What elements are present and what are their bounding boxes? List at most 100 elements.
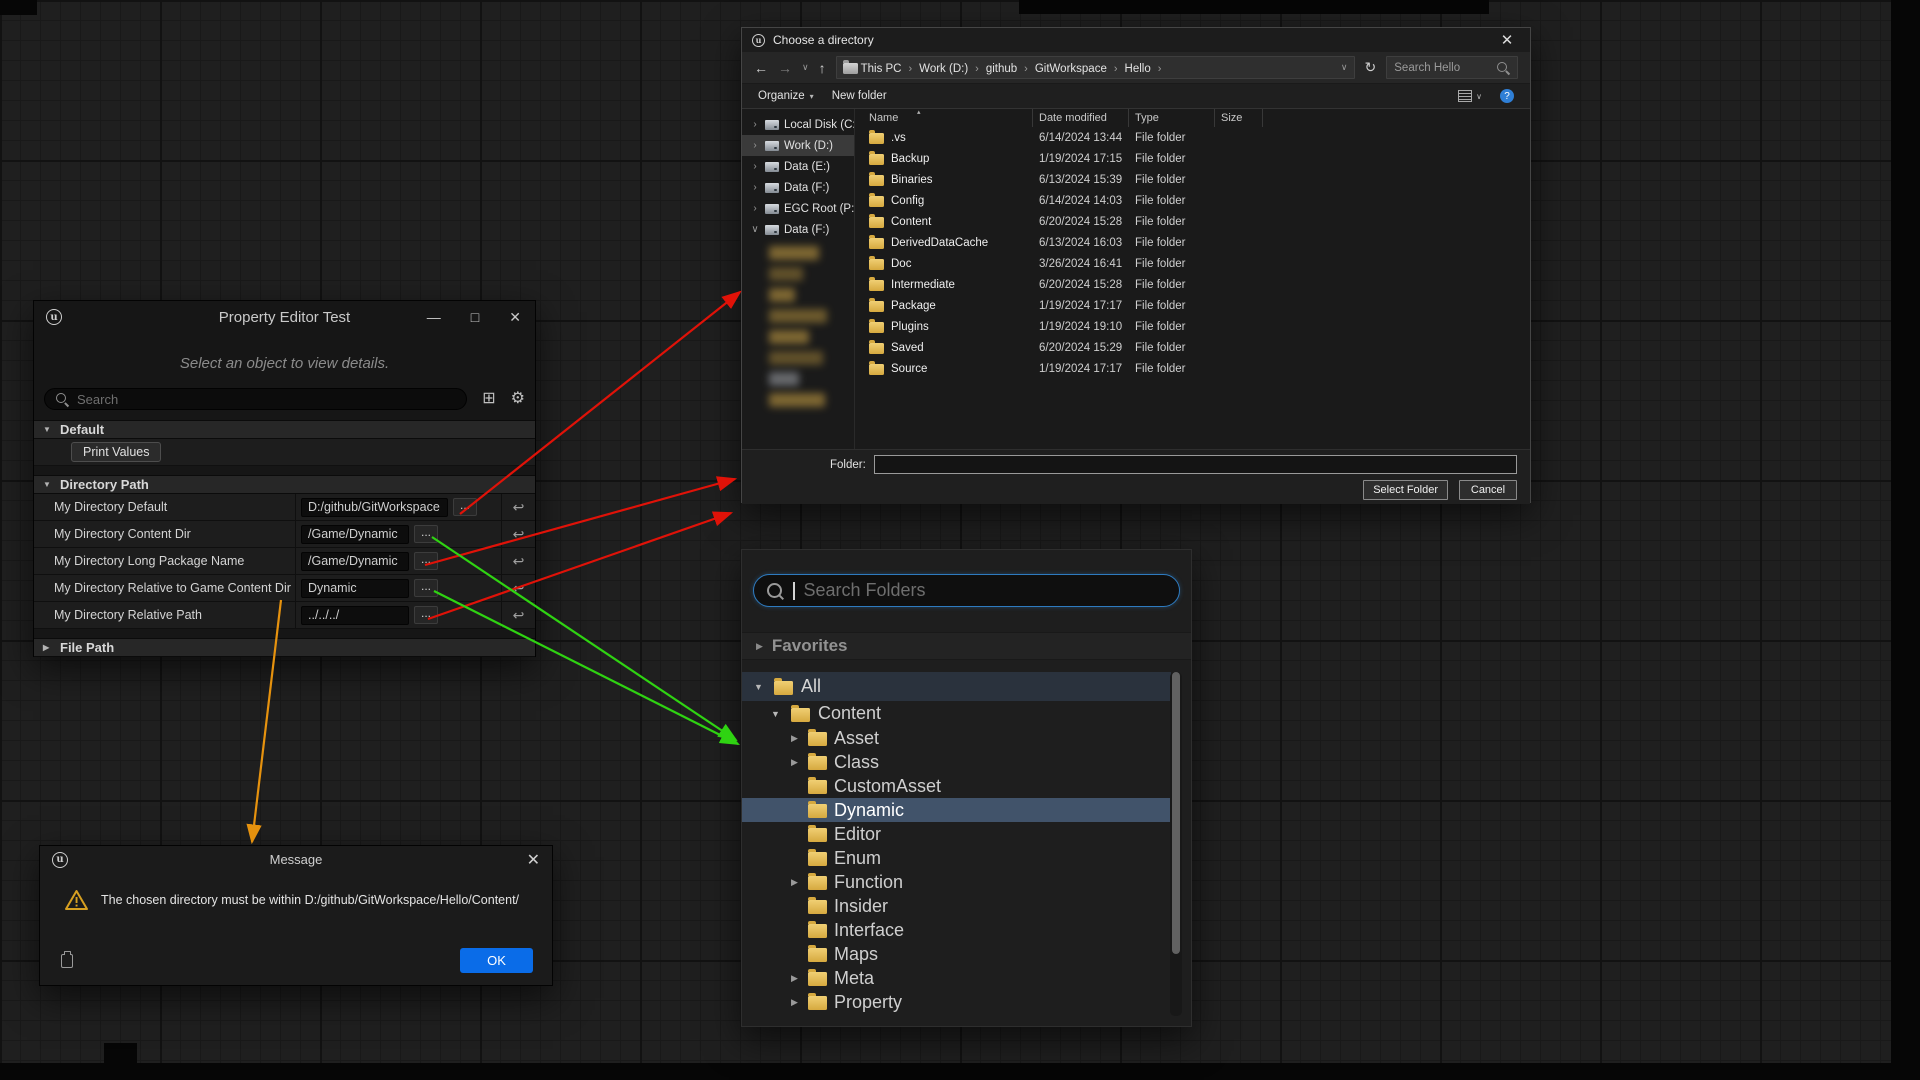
expander-arrow-icon[interactable]: ▶	[788, 973, 801, 984]
ok-button[interactable]: OK	[460, 948, 533, 973]
drive-tree-item[interactable]: › Local Disk (C:)	[742, 114, 854, 135]
folder-tree-item[interactable]: ▶ Meta	[742, 966, 1171, 990]
up-button[interactable]: ↑	[819, 61, 826, 75]
breadcrumb[interactable]: This PC › Work (D:) › github › GitWorksp…	[836, 56, 1355, 79]
property-value-field[interactable]: /Game/Dynamic	[301, 552, 409, 571]
folder-tree-item[interactable]: Maps	[742, 942, 1171, 966]
property-value-field[interactable]: Dynamic	[301, 579, 409, 598]
expander-arrow-icon[interactable]: ▶	[788, 757, 801, 768]
drive-tree-item[interactable]: › Work (D:)	[742, 135, 854, 156]
expander-chevron-icon[interactable]: ›	[750, 161, 760, 172]
close-button[interactable]: ✕	[509, 310, 521, 324]
folder-tree-item[interactable]: Interface	[742, 918, 1171, 942]
folder-tree-item[interactable]: ▶ Asset	[742, 726, 1171, 750]
view-options-icon[interactable]: ⊞	[482, 391, 495, 407]
address-dropdown-icon[interactable]: ∨	[1341, 62, 1348, 73]
folder-name-input[interactable]	[874, 455, 1517, 474]
folder-tree-item[interactable]: ▶ Property	[742, 990, 1171, 1014]
expander-chevron-icon[interactable]: ›	[750, 140, 760, 151]
column-header-date-modified[interactable]: Date modified	[1033, 109, 1129, 127]
folder-tree-item[interactable]: Dynamic	[742, 798, 1171, 822]
file-row[interactable]: Package 1/19/2024 17:17 File folder	[855, 295, 1530, 316]
file-row[interactable]: Binaries 6/13/2024 15:39 File folder	[855, 169, 1530, 190]
file-row[interactable]: DerivedDataCache 6/13/2024 16:03 File fo…	[855, 232, 1530, 253]
file-row[interactable]: Doc 3/26/2024 16:41 File folder	[855, 253, 1530, 274]
message-titlebar[interactable]: u Message ✕	[40, 846, 552, 873]
select-folder-button[interactable]: Select Folder	[1363, 480, 1448, 500]
folder-tree-item[interactable]: Insider	[742, 894, 1171, 918]
folder-search-box[interactable]: Search Folders	[753, 574, 1180, 607]
search-box[interactable]	[44, 388, 467, 410]
expander-chevron-icon[interactable]: ∨	[750, 224, 760, 235]
reset-to-default-icon[interactable]: ↩	[513, 526, 525, 543]
breadcrumb-item[interactable]: Work (D:) ›	[916, 63, 983, 75]
property-editor-titlebar[interactable]: u Property Editor Test — □ ✕	[34, 301, 535, 333]
reset-to-default-icon[interactable]: ↩	[513, 607, 525, 624]
section-header-default[interactable]: ▼ Default	[34, 420, 535, 439]
section-header-directory-path[interactable]: ▼ Directory Path	[34, 475, 535, 494]
property-value-field[interactable]: /Game/Dynamic	[301, 525, 409, 544]
column-header-name[interactable]: Name ▴	[855, 109, 1033, 127]
forward-button[interactable]: →	[778, 61, 792, 75]
explorer-search-box[interactable]	[1386, 56, 1518, 79]
scrollbar-thumb[interactable]	[1172, 672, 1180, 954]
browse-ellipsis-button[interactable]: ...	[453, 498, 477, 516]
reset-to-default-icon[interactable]: ↩	[513, 553, 525, 570]
tree-item-content[interactable]: ▼ Content	[742, 701, 1171, 726]
folder-tree-item[interactable]: ▶ Class	[742, 750, 1171, 774]
search-input[interactable]	[77, 392, 456, 407]
browse-ellipsis-button[interactable]: ...	[414, 579, 438, 597]
settings-gear-icon[interactable]: ⚙	[511, 391, 525, 407]
file-row[interactable]: Backup 1/19/2024 17:15 File folder	[855, 148, 1530, 169]
expander-chevron-icon[interactable]: ›	[750, 119, 760, 130]
drive-tree-item[interactable]: › Data (E:)	[742, 156, 854, 177]
scrollbar-track[interactable]	[1170, 672, 1182, 1016]
favorites-section-row[interactable]: ▶ Favorites	[742, 632, 1191, 660]
drive-tree-item[interactable]: › Data (F:)	[742, 177, 854, 198]
property-value-field[interactable]: ../../../	[301, 606, 409, 625]
file-row[interactable]: Content 6/20/2024 15:28 File folder	[855, 211, 1530, 232]
folder-tree-item[interactable]: CustomAsset	[742, 774, 1171, 798]
file-row[interactable]: Intermediate 6/20/2024 15:28 File folder	[855, 274, 1530, 295]
expander-arrow-icon[interactable]: ▶	[788, 997, 801, 1008]
property-value-field[interactable]: D:/github/GitWorkspace	[301, 498, 448, 517]
minimize-button[interactable]: —	[427, 310, 441, 324]
cancel-button[interactable]: Cancel	[1459, 480, 1517, 500]
expander-arrow-icon[interactable]: ▶	[788, 733, 801, 744]
folder-tree-item[interactable]: Editor	[742, 822, 1171, 846]
drive-tree-item[interactable]: ∨ Data (F:)	[742, 219, 854, 240]
recent-locations-button[interactable]: ∨	[802, 63, 809, 72]
tree-item-all[interactable]: ▼ All	[742, 672, 1171, 701]
change-view-button[interactable]: ∨	[1458, 90, 1482, 102]
expander-chevron-icon[interactable]: ›	[750, 203, 760, 214]
breadcrumb-item[interactable]: GitWorkspace ›	[1032, 63, 1122, 75]
browse-ellipsis-button[interactable]: ...	[414, 606, 438, 624]
drive-tree-item[interactable]: › EGC Root (P:)	[742, 198, 854, 219]
breadcrumb-item[interactable]: github ›	[983, 63, 1032, 75]
explorer-search-input[interactable]	[1394, 62, 1492, 74]
help-icon[interactable]: ?	[1500, 89, 1514, 103]
breadcrumb-item[interactable]: This PC ›	[858, 63, 917, 75]
file-row[interactable]: Source 1/19/2024 17:17 File folder	[855, 358, 1530, 379]
browse-ellipsis-button[interactable]: ...	[414, 525, 438, 543]
reset-to-default-icon[interactable]: ↩	[513, 499, 525, 516]
column-header-type[interactable]: Type	[1129, 109, 1215, 127]
maximize-button[interactable]: □	[471, 310, 479, 324]
file-row[interactable]: Config 6/14/2024 14:03 File folder	[855, 190, 1530, 211]
folder-tree-item[interactable]: ▶ Function	[742, 870, 1171, 894]
file-row[interactable]: Saved 6/20/2024 15:29 File folder	[855, 337, 1530, 358]
breadcrumb-item[interactable]: Hello ›	[1122, 63, 1166, 75]
section-header-file-path[interactable]: ▶ File Path	[34, 638, 535, 657]
file-row[interactable]: .vs 6/14/2024 13:44 File folder	[855, 127, 1530, 148]
folder-tree-item[interactable]: Enum	[742, 846, 1171, 870]
expander-chevron-icon[interactable]: ›	[750, 182, 760, 193]
browse-ellipsis-button[interactable]: ...	[414, 552, 438, 570]
file-row[interactable]: Plugins 1/19/2024 19:10 File folder	[855, 316, 1530, 337]
dialog-titlebar[interactable]: u Choose a directory ✕	[742, 28, 1530, 52]
organize-menu[interactable]: Organize ▾	[758, 90, 814, 102]
reset-to-default-icon[interactable]: ↩	[513, 580, 525, 597]
expander-arrow-icon[interactable]: ▶	[788, 877, 801, 888]
refresh-icon[interactable]: ↻	[1365, 59, 1377, 76]
close-button[interactable]: ✕	[527, 850, 540, 870]
close-button[interactable]: ✕	[1494, 31, 1520, 49]
